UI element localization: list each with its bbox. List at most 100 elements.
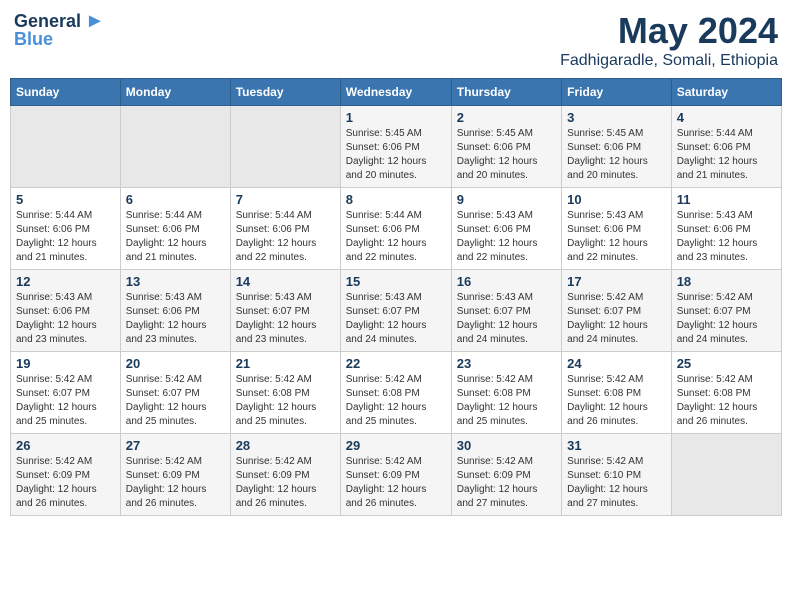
calendar-cell: 23 Sunrise: 5:42 AM Sunset: 6:08 PM Dayli… xyxy=(451,352,561,434)
day-info: Sunrise: 5:43 AM Sunset: 6:06 PM Dayligh… xyxy=(16,291,115,347)
calendar-cell: 15Sunrise: 5:43 AM Sunset: 6:07 PM Dayli… xyxy=(340,270,451,352)
day-number: 27 xyxy=(126,438,225,453)
calendar-cell: 13Sunrise: 5:43 AM Sunset: 6:06 PM Dayli… xyxy=(120,270,230,352)
calendar-cell: 8 Sunrise: 5:44 AM Sunset: 6:06 PM Daylig… xyxy=(340,188,451,270)
logo-general: General xyxy=(14,11,81,31)
day-info: Sunrise: 5:42 AM Sunset: 6:09 PM Dayligh… xyxy=(16,455,115,511)
day-number: 3 xyxy=(567,110,666,125)
day-info: Sunrise: 5:43 AM Sunset: 6:06 PM Dayligh… xyxy=(567,209,666,265)
day-number: 5 xyxy=(16,192,115,207)
calendar-cell: 16Sunrise: 5:43 AM Sunset: 6:07 PM Dayli… xyxy=(451,270,561,352)
calendar-cell: 4 Sunrise: 5:44 AM Sunset: 6:06 PM Daylig… xyxy=(671,106,781,188)
day-number: 7 xyxy=(236,192,335,207)
day-info: Sunrise: 5:42 AM Sunset: 6:07 PM Dayligh… xyxy=(677,291,776,347)
day-info: Sunrise: 5:44 AM Sunset: 6:06 PM Dayligh… xyxy=(677,127,776,183)
day-number: 30 xyxy=(457,438,556,453)
day-number: 14 xyxy=(236,274,335,289)
day-info: Sunrise: 5:42 AM Sunset: 6:09 PM Dayligh… xyxy=(346,455,446,511)
day-number: 8 xyxy=(346,192,446,207)
day-info: Sunrise: 5:42 AM Sunset: 6:08 PM Dayligh… xyxy=(457,373,556,429)
day-info: Sunrise: 5:43 AM Sunset: 6:07 PM Dayligh… xyxy=(236,291,335,347)
logo: General ► Blue xyxy=(14,10,105,50)
day-number: 6 xyxy=(126,192,225,207)
day-number: 29 xyxy=(346,438,446,453)
week-row-4: 19 Sunrise: 5:42 AM Sunset: 6:07 PM Dayli… xyxy=(11,352,782,434)
day-info: Sunrise: 5:42 AM Sunset: 6:07 PM Dayligh… xyxy=(567,291,666,347)
calendar-cell: 22 Sunrise: 5:42 AM Sunset: 6:08 PM Dayli… xyxy=(340,352,451,434)
day-number: 22 xyxy=(346,356,446,371)
calendar-cell: 31Sunrise: 5:42 AM Sunset: 6:10 PM Dayli… xyxy=(562,434,672,516)
day-info: Sunrise: 5:44 AM Sunset: 6:06 PM Dayligh… xyxy=(346,209,446,265)
calendar-cell: 6Sunrise: 5:44 AM Sunset: 6:06 PM Daylig… xyxy=(120,188,230,270)
day-info: Sunrise: 5:42 AM Sunset: 6:08 PM Dayligh… xyxy=(346,373,446,429)
week-row-2: 5 Sunrise: 5:44 AM Sunset: 6:06 PM Daylig… xyxy=(11,188,782,270)
day-number: 2 xyxy=(457,110,556,125)
week-row-5: 26 Sunrise: 5:42 AM Sunset: 6:09 PM Dayli… xyxy=(11,434,782,516)
day-number: 25 xyxy=(677,356,776,371)
header-thursday: Thursday xyxy=(451,79,561,106)
day-number: 10 xyxy=(567,192,666,207)
calendar-cell: 9 Sunrise: 5:43 AM Sunset: 6:06 PM Daylig… xyxy=(451,188,561,270)
day-number: 24 xyxy=(567,356,666,371)
calendar-cell xyxy=(671,434,781,516)
day-info: Sunrise: 5:44 AM Sunset: 6:06 PM Dayligh… xyxy=(16,209,115,265)
calendar-cell: 11 Sunrise: 5:43 AM Sunset: 6:06 PM Dayli… xyxy=(671,188,781,270)
day-info: Sunrise: 5:43 AM Sunset: 6:07 PM Dayligh… xyxy=(346,291,446,347)
header-sunday: Sunday xyxy=(11,79,121,106)
calendar-cell: 10 Sunrise: 5:43 AM Sunset: 6:06 PM Dayli… xyxy=(562,188,672,270)
day-info: Sunrise: 5:42 AM Sunset: 6:07 PM Dayligh… xyxy=(16,373,115,429)
calendar-cell: 19 Sunrise: 5:42 AM Sunset: 6:07 PM Dayli… xyxy=(11,352,121,434)
day-number: 1 xyxy=(346,110,446,125)
calendar-cell: 18 Sunrise: 5:42 AM Sunset: 6:07 PM Dayli… xyxy=(671,270,781,352)
header-saturday: Saturday xyxy=(671,79,781,106)
calendar-table: SundayMondayTuesdayWednesdayThursdayFrid… xyxy=(10,78,782,516)
calendar-cell: 2Sunrise: 5:45 AM Sunset: 6:06 PM Daylig… xyxy=(451,106,561,188)
calendar-cell: 24Sunrise: 5:42 AM Sunset: 6:08 PM Dayli… xyxy=(562,352,672,434)
day-number: 13 xyxy=(126,274,225,289)
day-info: Sunrise: 5:44 AM Sunset: 6:06 PM Dayligh… xyxy=(236,209,335,265)
calendar-cell: 1 Sunrise: 5:45 AM Sunset: 6:06 PM Daylig… xyxy=(340,106,451,188)
header-tuesday: Tuesday xyxy=(230,79,340,106)
day-number: 26 xyxy=(16,438,115,453)
month-title: May 2024 xyxy=(560,10,778,52)
day-info: Sunrise: 5:43 AM Sunset: 6:06 PM Dayligh… xyxy=(457,209,556,265)
calendar-cell: 5 Sunrise: 5:44 AM Sunset: 6:06 PM Daylig… xyxy=(11,188,121,270)
day-number: 17 xyxy=(567,274,666,289)
week-row-3: 12 Sunrise: 5:43 AM Sunset: 6:06 PM Dayli… xyxy=(11,270,782,352)
day-number: 20 xyxy=(126,356,225,371)
day-number: 11 xyxy=(677,192,776,207)
day-info: Sunrise: 5:43 AM Sunset: 6:06 PM Dayligh… xyxy=(677,209,776,265)
calendar-cell: 21Sunrise: 5:42 AM Sunset: 6:08 PM Dayli… xyxy=(230,352,340,434)
day-number: 28 xyxy=(236,438,335,453)
calendar-cell: 7 Sunrise: 5:44 AM Sunset: 6:06 PM Daylig… xyxy=(230,188,340,270)
day-number: 18 xyxy=(677,274,776,289)
day-number: 31 xyxy=(567,438,666,453)
calendar-cell: 26 Sunrise: 5:42 AM Sunset: 6:09 PM Dayli… xyxy=(11,434,121,516)
day-info: Sunrise: 5:42 AM Sunset: 6:09 PM Dayligh… xyxy=(126,455,225,511)
header-wednesday: Wednesday xyxy=(340,79,451,106)
logo-bird-icon: ► xyxy=(85,10,105,33)
calendar-cell: 20Sunrise: 5:42 AM Sunset: 6:07 PM Dayli… xyxy=(120,352,230,434)
day-number: 16 xyxy=(457,274,556,289)
day-info: Sunrise: 5:45 AM Sunset: 6:06 PM Dayligh… xyxy=(346,127,446,183)
calendar-cell: 28 Sunrise: 5:42 AM Sunset: 6:09 PM Dayli… xyxy=(230,434,340,516)
header-row: SundayMondayTuesdayWednesdayThursdayFrid… xyxy=(11,79,782,106)
day-number: 9 xyxy=(457,192,556,207)
calendar-cell: 14 Sunrise: 5:43 AM Sunset: 6:07 PM Dayli… xyxy=(230,270,340,352)
day-number: 4 xyxy=(677,110,776,125)
calendar-cell: 27 Sunrise: 5:42 AM Sunset: 6:09 PM Dayli… xyxy=(120,434,230,516)
day-number: 23 xyxy=(457,356,556,371)
title-block: May 2024 Fadhigaradle, Somali, Ethiopia xyxy=(560,10,778,70)
day-info: Sunrise: 5:42 AM Sunset: 6:08 PM Dayligh… xyxy=(677,373,776,429)
day-info: Sunrise: 5:45 AM Sunset: 6:06 PM Dayligh… xyxy=(567,127,666,183)
calendar-cell xyxy=(230,106,340,188)
page-header: General ► Blue May 2024 Fadhigaradle, So… xyxy=(10,10,782,70)
header-monday: Monday xyxy=(120,79,230,106)
day-number: 19 xyxy=(16,356,115,371)
day-number: 12 xyxy=(16,274,115,289)
location-title: Fadhigaradle, Somali, Ethiopia xyxy=(560,52,778,70)
day-info: Sunrise: 5:42 AM Sunset: 6:09 PM Dayligh… xyxy=(236,455,335,511)
calendar-cell: 30Sunrise: 5:42 AM Sunset: 6:09 PM Dayli… xyxy=(451,434,561,516)
logo-blue: Blue xyxy=(14,29,53,50)
calendar-cell xyxy=(11,106,121,188)
